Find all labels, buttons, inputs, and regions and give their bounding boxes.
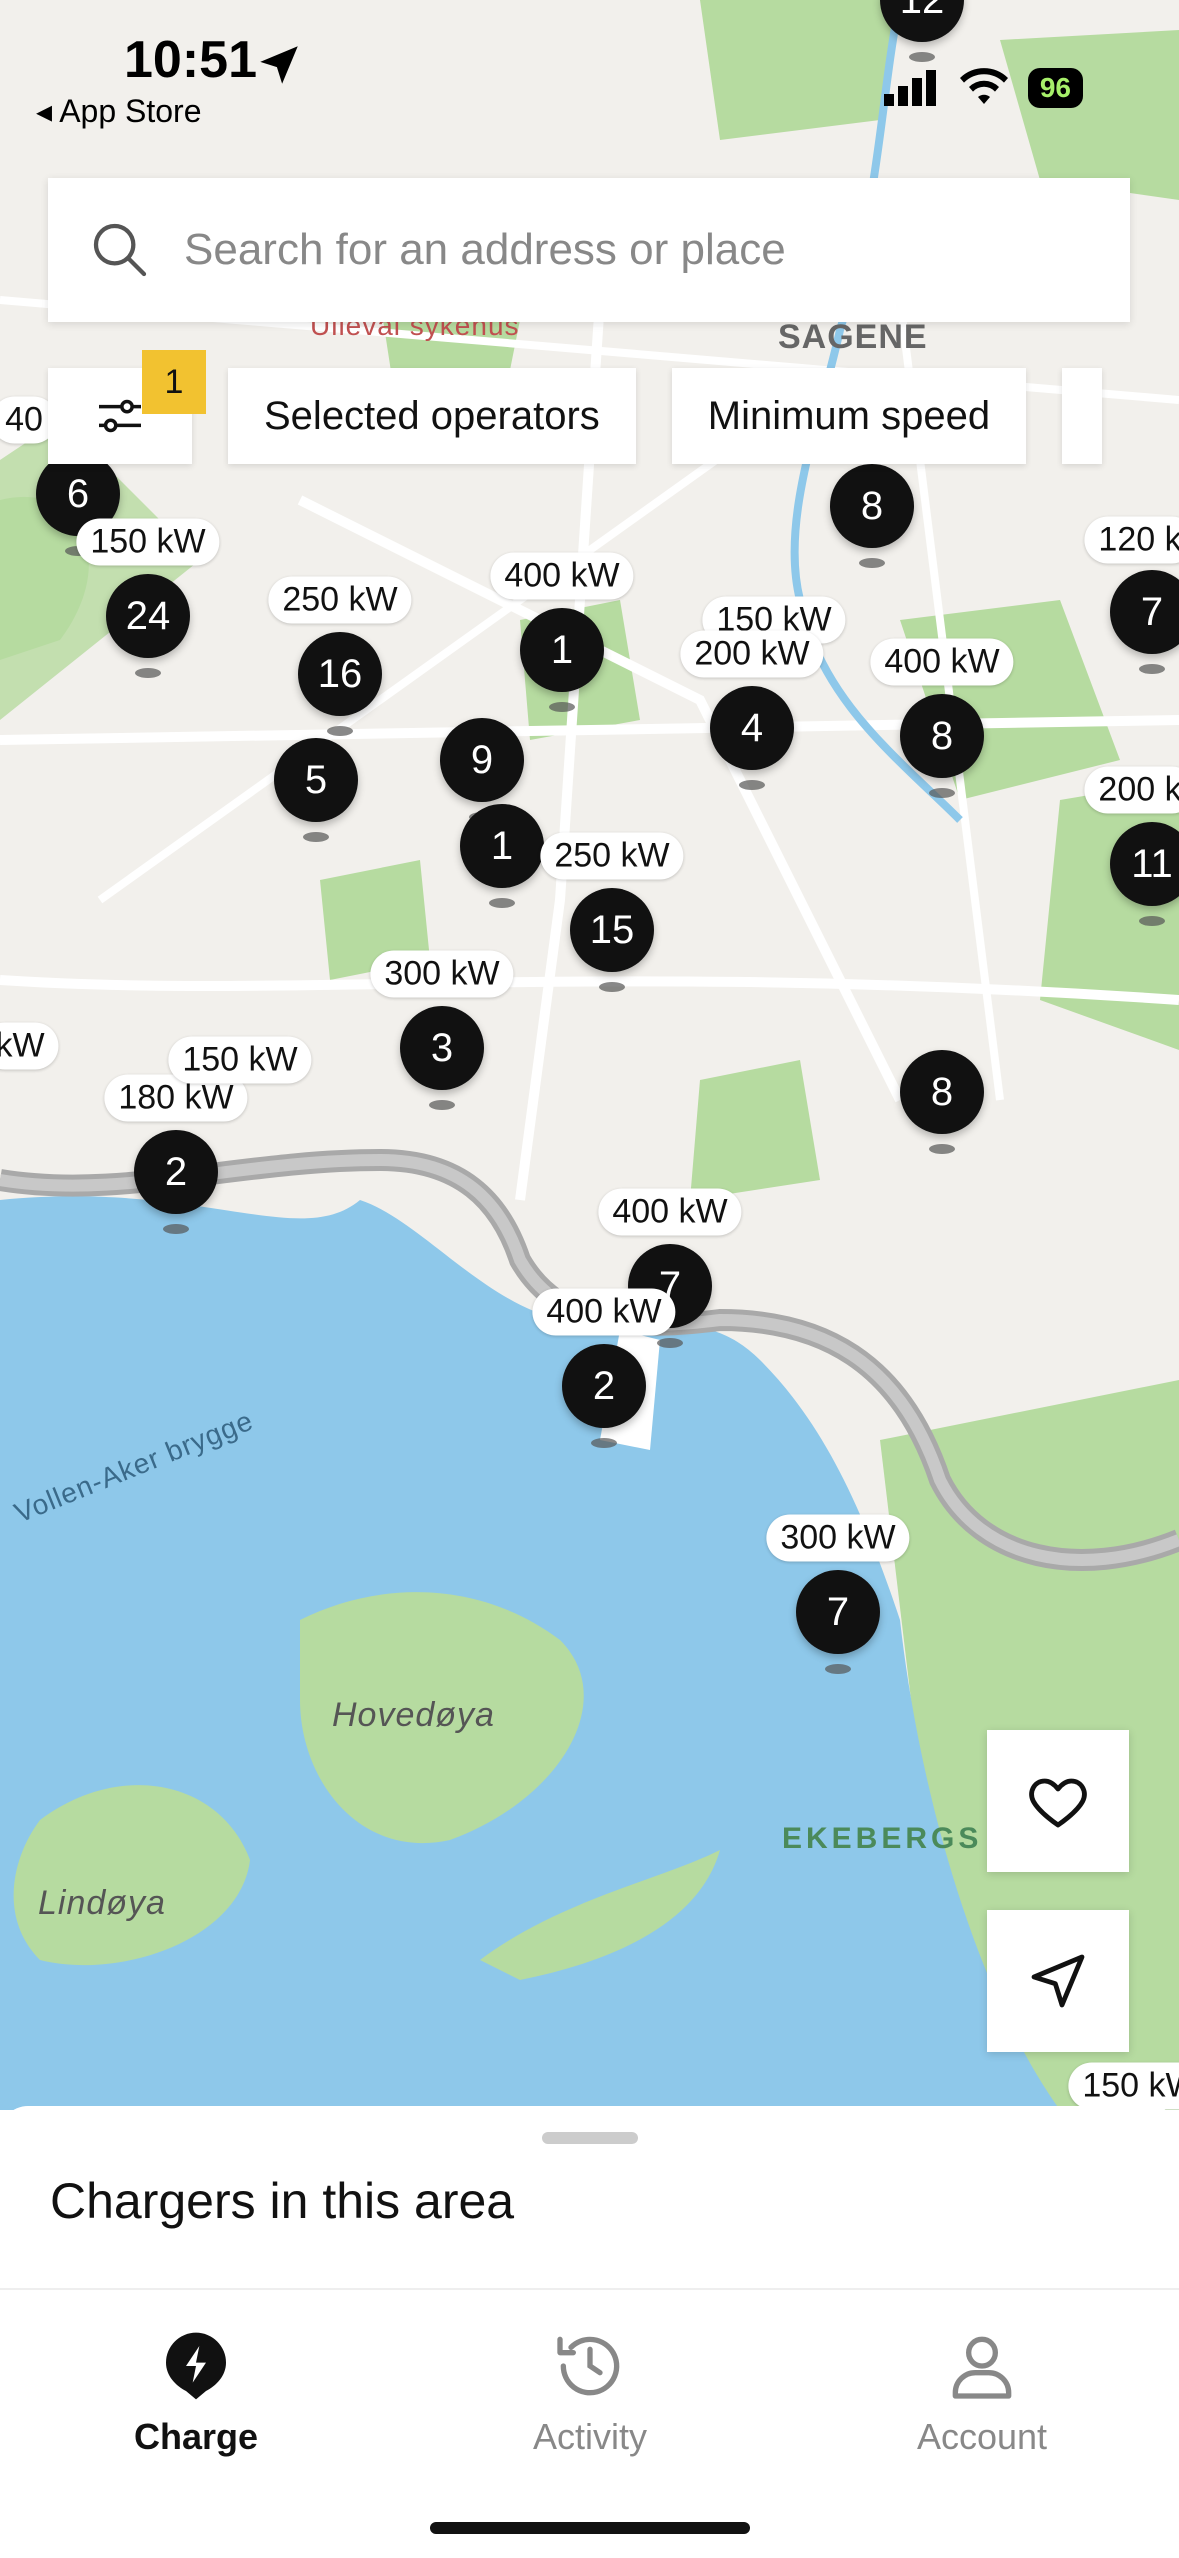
charger-pin[interactable]: 8 (900, 694, 984, 798)
power-label: 120 k (1084, 516, 1179, 564)
location-arrow-icon (260, 46, 298, 84)
filter-count-badge: 1 (142, 350, 206, 414)
power-label: 400 kW (532, 1288, 676, 1336)
tab-label: Account (916, 2416, 1048, 2457)
charger-pin[interactable]: 4 (710, 686, 794, 790)
sheet-drag-handle[interactable] (542, 2132, 638, 2144)
tab-activity[interactable]: Activity (440, 2326, 740, 2458)
power-label: 150 kW (1068, 2062, 1179, 2110)
search-icon (93, 223, 147, 277)
charger-pin[interactable]: 8 (900, 1050, 984, 1154)
power-label: 400 kW (598, 1188, 742, 1236)
power-label: 250 kW (268, 576, 412, 624)
navigation-arrow-icon (1031, 1954, 1085, 2008)
charger-pin[interactable]: 7 (796, 1570, 880, 1674)
search-bar[interactable]: Search for an address or place (48, 178, 1130, 322)
status-icons: 96 (883, 68, 1083, 108)
charger-pin[interactable]: 9 (440, 718, 524, 822)
charge-bolt-icon (166, 2332, 226, 2400)
selected-operators-chip[interactable]: Selected operators (228, 368, 636, 464)
charger-pin[interactable]: 1 (460, 804, 544, 908)
tab-label: Charge (133, 2416, 259, 2457)
power-label: kW (0, 1022, 59, 1070)
map-label-lindoya: Lindøya (38, 1884, 166, 1922)
power-label: 250 kW (540, 832, 684, 880)
locate-me-button[interactable] (987, 1910, 1129, 2052)
more-filters-chip[interactable] (1062, 368, 1103, 464)
person-icon (952, 2336, 1012, 2399)
history-clock-icon (557, 2336, 620, 2396)
status-bar: 10:51 ◂ App Store 96 (0, 0, 1179, 160)
wifi-icon (959, 68, 1008, 104)
minimum-speed-chip[interactable]: Minimum speed (671, 368, 1027, 464)
chargers-sheet[interactable]: Chargers in this area (0, 2106, 1179, 2288)
heart-icon (1029, 1778, 1087, 1828)
power-label: 150 kW (168, 1036, 312, 1084)
tab-charge[interactable]: Charge (46, 2326, 346, 2458)
charger-pin[interactable]: 3 (400, 1006, 484, 1110)
map-label-ekeberg: EKEBERGS (782, 1822, 983, 1855)
tab-account[interactable]: Account (832, 2326, 1132, 2458)
map-label-hovedoya: Hovedøya (332, 1696, 495, 1734)
power-label: 200 k (1084, 766, 1179, 814)
cellular-signal-icon (883, 70, 936, 106)
charger-pin[interactable]: 8 (830, 464, 914, 568)
filter-bar: 1 Selected operators Minimum speed (48, 350, 1103, 464)
charger-pin[interactable]: 5 (274, 738, 358, 842)
charger-pin[interactable]: 2 (134, 1130, 218, 1234)
charger-pin[interactable]: 2 (562, 1344, 646, 1448)
power-label: 400 kW (870, 638, 1014, 686)
tab-label: Activity (532, 2416, 647, 2457)
tab-bar: Charge Activity Account (0, 2288, 1179, 2558)
back-to-app-store-link[interactable]: ◂ App Store (36, 92, 202, 130)
charger-pin[interactable]: 16 (298, 632, 382, 736)
power-label: 400 kW (490, 552, 634, 600)
power-label: 300 kW (766, 1514, 910, 1562)
home-indicator (430, 2522, 750, 2534)
map-label-sagene: SAGENE (778, 318, 928, 356)
charger-pin[interactable]: 1 (520, 608, 604, 712)
clock: 10:51 (124, 31, 257, 89)
power-label: 200 kW (680, 630, 824, 678)
battery-level: 96 (1027, 68, 1083, 108)
power-label: 150 kW (76, 518, 220, 566)
filter-settings-button[interactable]: 1 (48, 350, 206, 464)
sheet-title: Chargers in this area (50, 2173, 515, 2229)
search-input[interactable]: Search for an address or place (184, 225, 786, 275)
power-label: 300 kW (370, 950, 514, 998)
charger-pin[interactable]: 24 (106, 574, 190, 678)
sliders-icon (99, 399, 141, 433)
favorites-button[interactable] (987, 1730, 1129, 1872)
charger-pin[interactable]: 15 (570, 888, 654, 992)
